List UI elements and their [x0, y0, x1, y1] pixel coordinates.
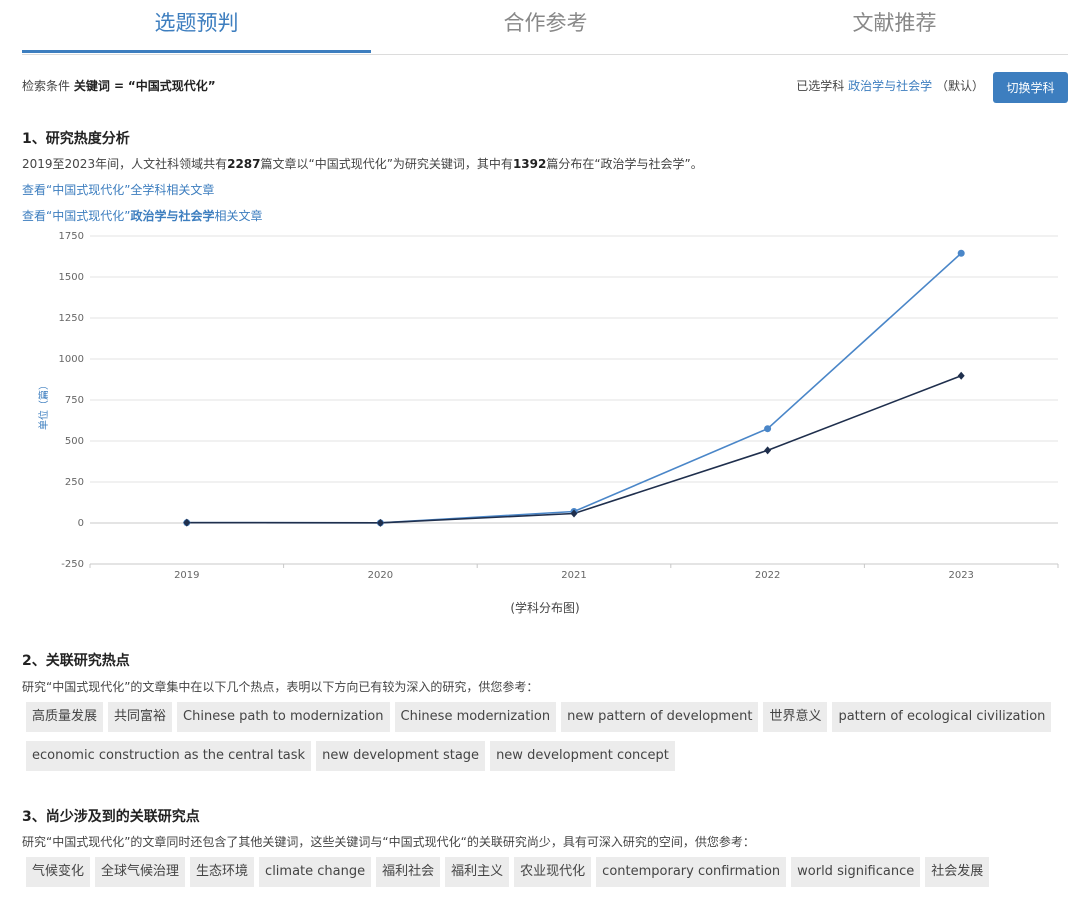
- chart-caption: (学科分布图): [510, 601, 580, 615]
- section2-title: 2、关联研究热点: [22, 653, 130, 669]
- y-tick-label: -250: [61, 559, 84, 570]
- less-studied-tag[interactable]: 福利社会: [376, 857, 441, 887]
- y-tick-label: 1000: [59, 354, 84, 365]
- hot-topic-tag[interactable]: 高质量发展: [26, 702, 104, 732]
- hot-topic-tag[interactable]: Chinese path to modernization: [177, 702, 390, 732]
- less-studied-tag[interactable]: 气候变化: [26, 857, 91, 887]
- tab-topic-prediction[interactable]: 选题预判: [22, 0, 371, 53]
- summary-text-2: 篇文章以“中国式现代化”为研究关键词，其中有: [260, 157, 513, 171]
- y-tick-label: 500: [65, 436, 84, 447]
- data-point-series-1[interactable]: [957, 249, 965, 257]
- all-subjects-link[interactable]: 查看“中国式现代化”全学科相关文章: [22, 181, 214, 198]
- chart-grid: [89, 235, 1059, 568]
- hot-topic-tag[interactable]: new development concept: [490, 741, 675, 771]
- link2-pre: 查看“中国式现代化”: [22, 209, 131, 223]
- series-line-2: [186, 374, 962, 524]
- y-tick-labels: -250 0 250 500 750 1000 1250 1500 1750: [59, 231, 84, 570]
- x-tick-label: 2021: [561, 570, 586, 581]
- data-point-series-2[interactable]: [957, 371, 965, 380]
- subject-prefix: 已选学科: [796, 79, 845, 93]
- x-tick-label: 2023: [948, 570, 973, 581]
- subject-name[interactable]: 政治学与社会学: [848, 79, 932, 93]
- hot-topic-tag[interactable]: 共同富裕: [108, 702, 173, 732]
- less-studied-tag[interactable]: 农业现代化: [514, 857, 592, 887]
- less-studied-tag[interactable]: 社会发展: [925, 857, 990, 887]
- x-tick-label: 2022: [755, 570, 780, 581]
- y-tick-label: 1750: [59, 231, 84, 242]
- y-tick-label: 250: [65, 477, 84, 488]
- less-studied-tag[interactable]: contemporary confirmation: [596, 857, 787, 887]
- subject-articles-link[interactable]: 查看“中国式现代化”政治学与社会学相关文章: [22, 207, 262, 224]
- hot-topic-tag[interactable]: pattern of ecological civilization: [832, 702, 1052, 732]
- y-axis-label: 单位（篇）: [37, 380, 50, 430]
- summary-text-1: 2019至2023年间，人文社科领域共有: [22, 157, 228, 171]
- section3-description: 研究“中国式现代化”的文章同时还包含了其他关键词，这些关键词与“中国式现代化“的…: [22, 835, 755, 849]
- criteria-key-label: 关键词 =: [73, 79, 125, 93]
- criteria-keyword: “中国式现代化”: [127, 79, 216, 93]
- x-tick-labels: 2019 2020 2021 2022 2023: [174, 570, 974, 581]
- selected-subject: 已选学科 政治学与社会学 （默认）: [796, 77, 984, 94]
- series-points: [183, 249, 965, 527]
- section1-title: 1、研究热度分析: [22, 131, 130, 147]
- x-tick-label: 2019: [174, 570, 199, 581]
- less-studied-tag[interactable]: 生态环境: [190, 857, 255, 887]
- y-tick-label: 0: [78, 518, 84, 529]
- hot-topics-tags: 高质量发展 共同富裕 Chinese path to modernization Ch…: [26, 702, 1076, 780]
- hot-topic-tag[interactable]: new development stage: [316, 741, 486, 771]
- less-studied-tag[interactable]: world significance: [791, 857, 921, 887]
- link2-subject: 政治学与社会学: [130, 209, 215, 223]
- hot-topic-tag[interactable]: 世界意义: [763, 702, 828, 732]
- y-tick-label: 1500: [59, 272, 84, 283]
- y-tick-label: 1250: [59, 313, 84, 324]
- y-tick-label: 750: [65, 395, 84, 406]
- data-point-series-2[interactable]: [183, 518, 191, 527]
- subject-default: （默认）: [935, 79, 984, 93]
- hot-topic-tag[interactable]: new pattern of development: [561, 702, 759, 732]
- data-point-series-2[interactable]: [764, 446, 772, 455]
- summary-subset: 1392: [512, 157, 547, 171]
- tab-literature[interactable]: 文献推荐: [720, 0, 1069, 52]
- search-criteria: 检索条件 关键词 = “中国式现代化”: [22, 77, 216, 94]
- x-tick-label: 2020: [368, 570, 393, 581]
- less-studied-tag[interactable]: 全球气候治理: [95, 857, 186, 887]
- summary-total: 2287: [227, 157, 261, 171]
- criteria-prefix: 检索条件: [22, 79, 71, 93]
- less-studied-tag[interactable]: climate change: [259, 857, 372, 887]
- section3-title: 3、尚少涉及到的关联研究点: [22, 809, 200, 825]
- section2-description: 研究“中国式现代化”的文章集中在以下几个热点，表明以下方向已有较为深入的研究，供…: [22, 680, 539, 694]
- summary-text-3: 篇分布在“政治学与社会学”。: [546, 157, 703, 171]
- tab-collaboration[interactable]: 合作参考: [371, 0, 720, 52]
- tab-bar: 选题预判 合作参考 文献推荐: [22, 0, 1068, 55]
- link2-post: 相关文章: [214, 209, 263, 223]
- less-studied-tags: 气候变化 全球气候治理 生态环境 climate change 福利社会 福利主义 农业现代…: [26, 857, 1076, 896]
- trend-line-chart: -25002505007501000125015001750 2019 2020 2…: [37, 231, 1059, 581]
- less-studied-tag[interactable]: 福利主义: [445, 857, 510, 887]
- hot-topic-tag[interactable]: economic construction as the central tas…: [26, 741, 312, 771]
- switch-subject-button[interactable]: 切换学科: [993, 72, 1068, 103]
- data-point-series-2[interactable]: [376, 518, 384, 527]
- data-point-series-1[interactable]: [764, 425, 772, 433]
- hot-topic-tag[interactable]: Chinese modernization: [394, 702, 557, 732]
- section1-summary: 2019至2023年间，人文社科领域共有2287篇文章以“中国式现代化”为研究关…: [22, 155, 703, 172]
